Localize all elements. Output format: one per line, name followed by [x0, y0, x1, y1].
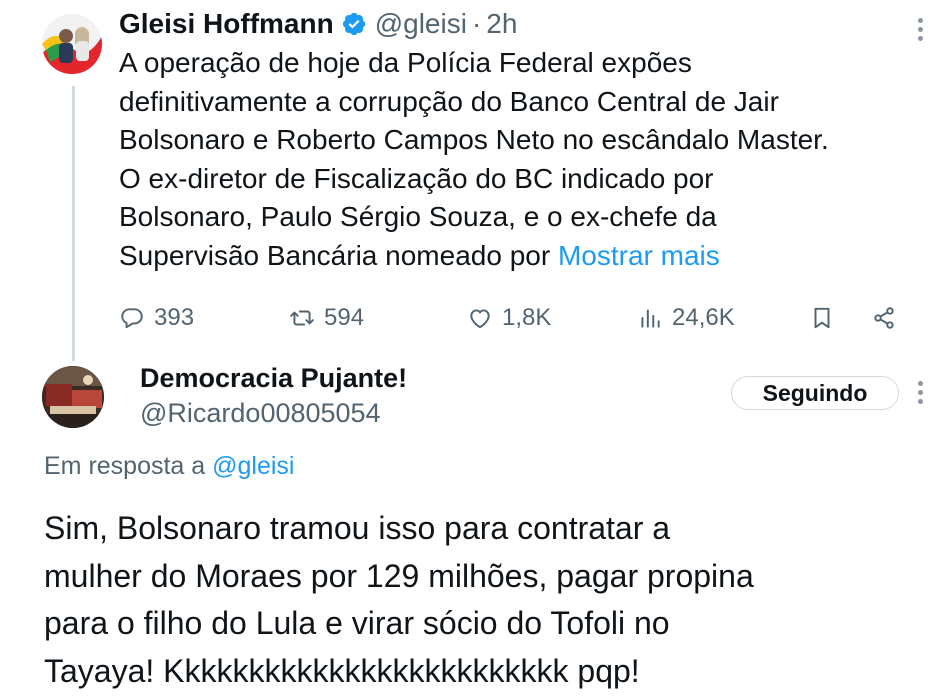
tweet-text-line: Tayaya! Kkkkkkkkkkkkkkkkkkkkkkkkk pqp! — [44, 652, 640, 689]
views-button[interactable]: 24,6K — [637, 300, 735, 336]
tweet-text-line: Bolsonaro, Paulo Sérgio Souza, e o ex-ch… — [119, 201, 717, 232]
timestamp[interactable]: 2h — [486, 8, 517, 40]
tweet-actions-bar: 393 594 1,8K 24,6K — [119, 300, 909, 336]
tweet-text: A operação de hoje da Polícia Federal ex… — [119, 44, 924, 275]
author-name[interactable]: Democracia Pujante! — [140, 363, 407, 394]
author-name[interactable]: Gleisi Hoffmann — [119, 8, 334, 40]
bookmark-button[interactable] — [809, 300, 844, 336]
retweet-count: 594 — [324, 304, 365, 331]
avatar-image — [42, 14, 102, 74]
bookmark-icon — [814, 307, 830, 329]
separator-dot: · — [471, 8, 482, 39]
reply-icon — [121, 308, 143, 329]
tweet-text-line-last: Supervisão Bancária nomeado por Mostrar … — [119, 237, 924, 276]
more-options-icon[interactable] — [918, 18, 924, 41]
views-icon — [641, 309, 660, 328]
tweet-text-line: O ex-diretor de Fiscalização do BC indic… — [119, 162, 714, 194]
author-handle[interactable]: @Ricardo00805054 — [140, 398, 381, 429]
like-button[interactable]: 1,8K — [467, 300, 551, 336]
tweet-text-line: Bolsonaro e Roberto Campos Neto no escân… — [119, 124, 829, 155]
tweet-text-line: definitivamente a corrupção do Banco Cen… — [119, 85, 779, 117]
retweet-button[interactable]: 594 — [289, 300, 364, 336]
author-handle[interactable]: @gleisi — [375, 8, 467, 40]
reply-context: Em resposta a @gleisi — [44, 452, 295, 481]
avatar-image — [42, 366, 104, 428]
thread-connector-line — [72, 86, 75, 361]
verified-badge-icon — [341, 11, 367, 37]
tweet-text: Sim, Bolsonaro tramou isso para contrata… — [44, 505, 924, 695]
retweet-icon — [290, 310, 314, 326]
reply-mention-link[interactable]: @gleisi — [212, 452, 294, 480]
following-button[interactable]: Seguindo — [731, 376, 899, 410]
views-count: 24,6K — [672, 304, 735, 331]
tweet-text-line: mulher do Moraes por 129 milhões, pagar … — [44, 557, 754, 594]
tweet-text-fragment: Supervisão Bancária nomeado por — [119, 239, 558, 271]
share-button[interactable] — [871, 300, 906, 336]
tweet-header: Gleisi Hoffmann @gleisi · 2h — [119, 6, 517, 42]
show-more-link[interactable]: Mostrar mais — [558, 240, 720, 271]
reply-button[interactable]: 393 — [119, 300, 194, 336]
tweet-text-line: Sim, Bolsonaro tramou isso para contrata… — [44, 510, 671, 546]
like-icon — [470, 309, 490, 329]
tweet-text-line: para o filho do Lula e virar sócio do To… — [44, 605, 670, 641]
avatar[interactable] — [42, 14, 102, 74]
tweet-text-line: A operação de hoje da Polícia Federal ex… — [119, 47, 692, 78]
reply-context-label: Em resposta a — [44, 452, 213, 480]
share-icon — [874, 307, 894, 329]
reply-count: 393 — [154, 304, 195, 331]
avatar[interactable] — [42, 366, 104, 428]
more-options-icon[interactable] — [918, 381, 924, 404]
like-count: 1,8K — [502, 304, 552, 331]
